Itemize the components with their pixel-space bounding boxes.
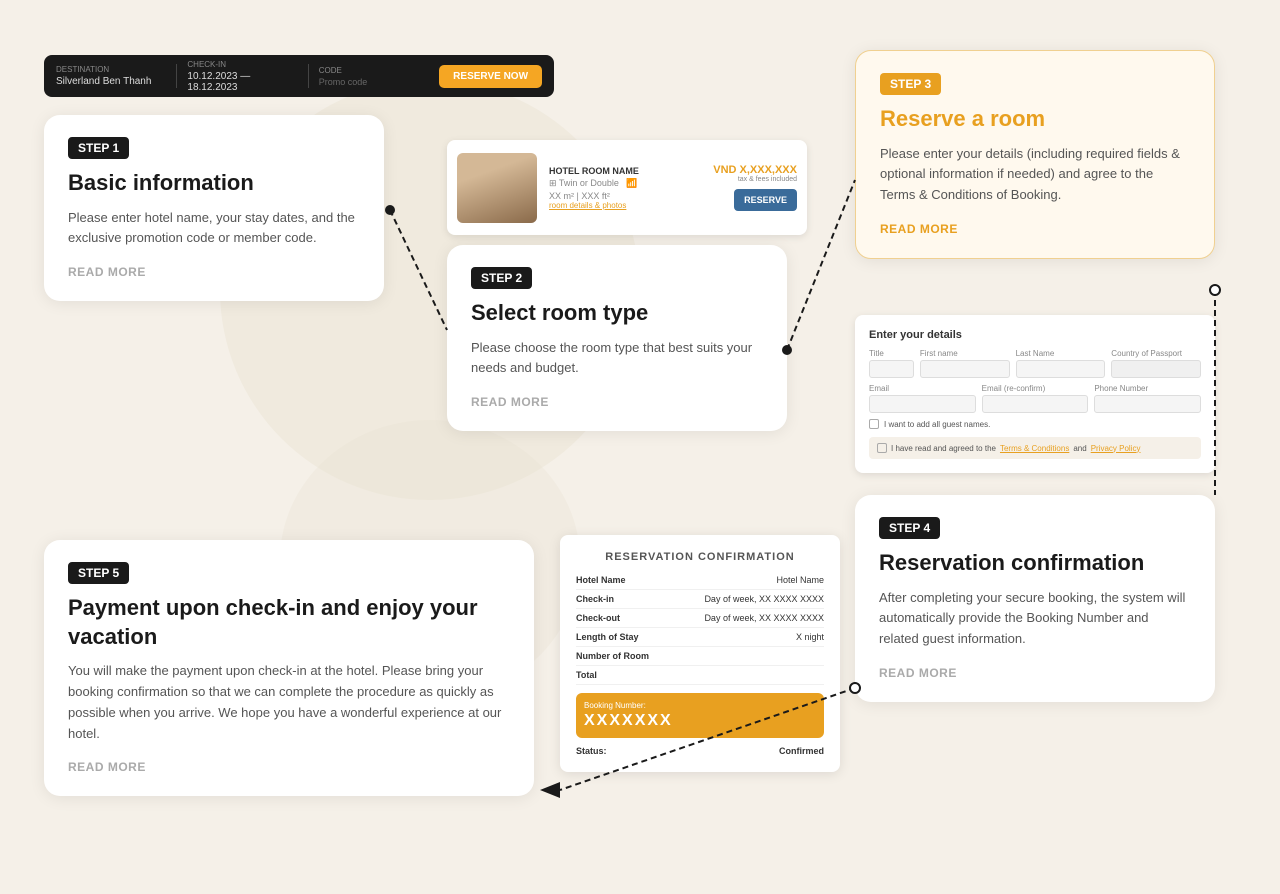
- code-label: CODE: [319, 66, 429, 75]
- step5-description: You will make the payment upon check-in …: [68, 661, 510, 744]
- terms-row: I have read and agreed to the Terms & Co…: [869, 437, 1201, 459]
- step4-description: After completing your secure booking, th…: [879, 588, 1191, 650]
- checkin-label: CHECK-IN: [187, 60, 297, 69]
- res-status-label: Status:: [576, 746, 607, 756]
- res-checkout-value: Day of week, XX XXXX XXXX: [704, 613, 824, 623]
- room-tax: tax & fees included: [713, 176, 797, 183]
- booking-number-box: Booking Number: XXXXXXX: [576, 693, 824, 738]
- room-info: HOTEL ROOM NAME ⊞ Twin or Double 📶 XX m²…: [549, 166, 701, 210]
- res-length-label: Length of Stay: [576, 632, 639, 642]
- step5-title: Payment upon check-in and enjoy your vac…: [68, 594, 510, 651]
- step1-title: Basic information: [68, 169, 360, 198]
- res-status-value: Confirmed: [779, 746, 824, 756]
- code-value: Promo code: [319, 77, 429, 87]
- destination-field: DESTINATION Silverland Ben Thanh: [56, 65, 166, 87]
- room-price: VND X,XXX,XXX: [713, 164, 797, 176]
- res-length-row: Length of Stay X night: [576, 632, 824, 647]
- step1-card: STEP 1 Basic information Please enter ho…: [44, 115, 384, 301]
- details-email-col: Email: [869, 384, 976, 413]
- checkin-field: CHECK-IN 10.12.2023 — 18.12.2023: [187, 60, 297, 93]
- res-rooms-row: Number of Room: [576, 651, 824, 666]
- step2-badge: STEP 2: [471, 267, 532, 289]
- details-phone-col: Phone Number: [1094, 384, 1201, 413]
- step2-description: Please choose the room type that best su…: [471, 338, 763, 380]
- step4-read-more[interactable]: READ MORE: [879, 666, 1191, 680]
- res-status-row: Status: Confirmed: [576, 746, 824, 756]
- checkin-value: 10.12.2023 — 18.12.2023: [187, 71, 297, 93]
- room-amenities: ⊞ Twin or Double 📶: [549, 178, 701, 189]
- step5-read-more[interactable]: READ MORE: [68, 760, 510, 774]
- details-lastname-col: Last Name: [1016, 349, 1106, 378]
- res-total-row: Total: [576, 670, 824, 685]
- reservation-mockup: RESERVATION CONFIRMATION Hotel Name Hote…: [560, 535, 840, 772]
- res-hotel-row: Hotel Name Hotel Name: [576, 575, 824, 590]
- room-size: XX m² | XXX ft²: [549, 191, 701, 201]
- code-field: CODE Promo code: [319, 66, 429, 87]
- res-checkin-label: Check-in: [576, 594, 614, 604]
- details-row-2: Email Email (re-confirm) Phone Number: [869, 384, 1201, 413]
- reservation-title: RESERVATION CONFIRMATION: [576, 551, 824, 563]
- destination-label: DESTINATION: [56, 65, 166, 74]
- room-name: HOTEL ROOM NAME: [549, 166, 701, 176]
- res-total-label: Total: [576, 670, 597, 680]
- res-hotel-label: Hotel Name: [576, 575, 626, 585]
- res-hotel-value: Hotel Name: [776, 575, 824, 585]
- terms-checkbox[interactable]: [877, 443, 887, 453]
- booking-number-value: XXXXXXX: [584, 712, 816, 730]
- room-link[interactable]: room details & photos: [549, 201, 701, 210]
- step2-title: Select room type: [471, 299, 763, 328]
- step3-card: STEP 3 Reserve a room Please enter your …: [855, 50, 1215, 259]
- room-mockup: HOTEL ROOM NAME ⊞ Twin or Double 📶 XX m²…: [447, 140, 807, 235]
- guest-names-checkbox[interactable]: [869, 419, 879, 429]
- step2-card: STEP 2 Select room type Please choose th…: [447, 245, 787, 431]
- step1-description: Please enter hotel name, your stay dates…: [68, 208, 360, 250]
- details-row-1: Title First name Last Name Country of Pa…: [869, 349, 1201, 378]
- step3-badge: STEP 3: [880, 73, 941, 95]
- details-firstname-col: First name: [920, 349, 1010, 378]
- terms-link[interactable]: Terms & Conditions: [1000, 444, 1069, 453]
- step3-title: Reserve a room: [880, 105, 1190, 134]
- booking-number-label: Booking Number:: [584, 701, 816, 710]
- step1-read-more[interactable]: READ MORE: [68, 265, 360, 279]
- details-title: Enter your details: [869, 329, 1201, 341]
- step3-read-more[interactable]: READ MORE: [880, 222, 1190, 236]
- room-reserve-button[interactable]: RESERVE: [734, 189, 797, 211]
- destination-value: Silverland Ben Thanh: [56, 76, 166, 87]
- step2-read-more[interactable]: READ MORE: [471, 395, 763, 409]
- room-pricing: VND X,XXX,XXX tax & fees included RESERV…: [713, 164, 797, 211]
- details-country-col: Country of Passport: [1111, 349, 1201, 378]
- res-checkout-label: Check-out: [576, 613, 620, 623]
- privacy-link[interactable]: Privacy Policy: [1091, 444, 1141, 453]
- header-mockup: DESTINATION Silverland Ben Thanh CHECK-I…: [44, 55, 554, 97]
- details-email-confirm-col: Email (re-confirm): [982, 384, 1089, 413]
- step3-description: Please enter your details (including req…: [880, 144, 1190, 206]
- step4-badge: STEP 4: [879, 517, 940, 539]
- details-title-col: Title: [869, 349, 914, 378]
- step1-badge: STEP 1: [68, 137, 129, 159]
- details-guest-names-row: I want to add all guest names.: [869, 419, 1201, 429]
- reserve-now-button[interactable]: RESERVE NOW: [439, 65, 542, 88]
- res-checkout-row: Check-out Day of week, XX XXXX XXXX: [576, 613, 824, 628]
- guest-names-label: I want to add all guest names.: [884, 420, 990, 429]
- res-checkin-value: Day of week, XX XXXX XXXX: [704, 594, 824, 604]
- res-length-value: X night: [796, 632, 824, 642]
- terms-text: I have read and agreed to the: [891, 444, 996, 453]
- step5-card: STEP 5 Payment upon check-in and enjoy y…: [44, 540, 534, 796]
- res-checkin-row: Check-in Day of week, XX XXXX XXXX: [576, 594, 824, 609]
- step4-title: Reservation confirmation: [879, 549, 1191, 578]
- details-mockup: Enter your details Title First name Last…: [855, 315, 1215, 473]
- step5-badge: STEP 5: [68, 562, 129, 584]
- step4-card: STEP 4 Reservation confirmation After co…: [855, 495, 1215, 702]
- res-rooms-label: Number of Room: [576, 651, 649, 661]
- room-image: [457, 153, 537, 223]
